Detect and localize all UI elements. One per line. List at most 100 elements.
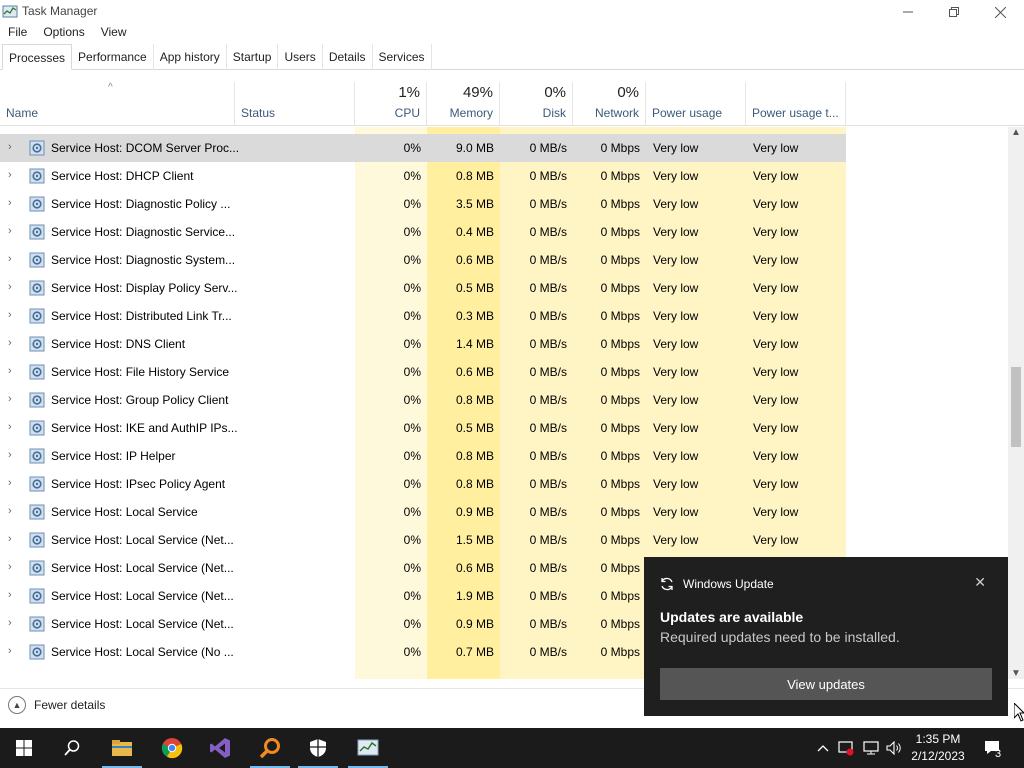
table-row[interactable]: › Service Host: DHCP Client 0% 0.8 MB 0 MB/s… (0, 162, 846, 190)
taskbar-chrome[interactable] (148, 728, 196, 768)
column-header-disk[interactable]: 0% Disk (500, 82, 573, 126)
expand-chevron-icon[interactable]: › (8, 421, 18, 435)
taskbar-task-manager[interactable] (344, 728, 392, 768)
table-row[interactable]: › Service Host: File History Service 0% 0.6… (0, 358, 846, 386)
power-cell: Very low (653, 337, 699, 351)
title-bar: Task Manager (0, 0, 1024, 24)
menu-file[interactable]: File (0, 24, 35, 44)
action-center-button[interactable]: 3 (978, 728, 1008, 768)
scroll-up-icon[interactable]: ▲ (1011, 127, 1021, 138)
column-header-cpu[interactable]: 1% CPU (355, 82, 427, 126)
expand-chevron-icon[interactable]: › (8, 617, 18, 631)
table-row[interactable]: › Service Host: Local Service (Net... 0% 1.… (0, 526, 846, 554)
tab-processes[interactable]: Processes (2, 44, 73, 70)
menu-view[interactable]: View (93, 24, 135, 44)
expand-chevron-icon[interactable]: › (8, 449, 18, 463)
table-row[interactable]: › Service Host: DCOM Server Proc... 0% 9.0 … (0, 134, 846, 162)
expand-chevron-icon[interactable]: › (8, 589, 18, 603)
column-header-power[interactable]: Power usage (646, 82, 746, 126)
minimize-button[interactable] (885, 0, 931, 24)
tab-performance[interactable]: Performance (72, 44, 154, 70)
tray-overflow-button[interactable] (814, 728, 832, 768)
taskbar-file-explorer[interactable] (98, 728, 146, 768)
disk-cell: 0 MB/s (529, 645, 567, 659)
table-row[interactable]: › Service Host: Display Policy Serv... 0% 0… (0, 274, 846, 302)
process-name: Service Host: Diagnostic Policy ... (51, 197, 231, 211)
tab-startup[interactable]: Startup (227, 44, 279, 70)
power-cell: Very low (653, 533, 699, 547)
network-cell: 0 Mbps (600, 141, 640, 155)
expand-chevron-icon[interactable]: › (8, 309, 18, 323)
fewer-details-label: Fewer details (34, 698, 106, 712)
tab-services[interactable]: Services (373, 44, 432, 70)
fewer-details-button[interactable]: ▲ Fewer details (8, 696, 105, 714)
chrome-icon (161, 738, 183, 759)
expand-chevron-icon[interactable]: › (8, 281, 18, 295)
tab-users[interactable]: Users (278, 44, 323, 70)
table-row[interactable]: › Service Host: DNS Client 0% 1.4 MB 0 MB/s 0… (0, 330, 846, 358)
expand-chevron-icon[interactable]: › (8, 197, 18, 211)
process-name: Service Host: Local Service (Net... (51, 533, 234, 547)
taskbar-search-app[interactable] (246, 728, 294, 768)
scroll-thumb[interactable] (1011, 367, 1021, 447)
tab-details[interactable]: Details (323, 44, 373, 70)
table-row[interactable]: › Service Host: Diagnostic Policy ... 0% 3.… (0, 190, 846, 218)
taskbar-clock[interactable]: 1:35 PM 2/12/2023 (906, 731, 970, 765)
service-host-icon (29, 140, 45, 156)
menu-options[interactable]: Options (35, 24, 92, 44)
expand-chevron-icon[interactable]: › (8, 141, 18, 155)
cpu-cell: 0% (403, 617, 421, 631)
table-row[interactable]: › Service Host: Diagnostic System... 0% 0.6… (0, 246, 846, 274)
table-row[interactable]: › Service Host: Distributed Link Tr... 0% 0… (0, 302, 846, 330)
tray-network[interactable] (860, 728, 882, 768)
expand-chevron-icon[interactable]: › (8, 365, 18, 379)
expand-chevron-icon[interactable]: › (8, 477, 18, 491)
expand-chevron-icon[interactable]: › (8, 645, 18, 659)
table-row[interactable]: › Service Host: IKE and AuthIP IPs... 0% 0.… (0, 414, 846, 442)
expand-chevron-icon[interactable]: › (8, 253, 18, 267)
power-trend-cell: Very low (753, 393, 799, 407)
process-name: Service Host: DCOM Server Proc... (51, 141, 240, 155)
search-button[interactable] (48, 728, 96, 768)
network-cell: 0 Mbps (600, 337, 640, 351)
tab-app-history[interactable]: App history (154, 44, 227, 70)
tray-security-status[interactable] (836, 728, 856, 768)
tray-volume[interactable] (884, 728, 904, 768)
column-header-network[interactable]: 0% Network (573, 82, 646, 126)
service-host-icon (29, 280, 45, 296)
column-cpu-label: CPU (394, 106, 420, 120)
column-header-name[interactable]: ^ Name (0, 82, 235, 126)
memory-cell: 0.9 MB (455, 617, 494, 631)
taskbar: 1:35 PM 2/12/2023 3 (0, 728, 1024, 768)
scroll-down-icon[interactable]: ▼ (1011, 668, 1021, 679)
table-row[interactable]: › Service Host: IPsec Policy Agent 0% 0.8 M… (0, 470, 846, 498)
expand-chevron-icon[interactable]: › (8, 533, 18, 547)
memory-cell: 9.0 MB (455, 141, 494, 155)
sync-icon (661, 577, 673, 591)
view-updates-button[interactable]: View updates (660, 668, 992, 700)
windows-update-toast[interactable]: Windows Update ✕ Updates are available R… (644, 557, 1008, 716)
expand-chevron-icon[interactable]: › (8, 505, 18, 519)
column-header-memory[interactable]: 49% Memory (427, 82, 500, 126)
expand-chevron-icon[interactable]: › (8, 337, 18, 351)
expand-chevron-icon[interactable]: › (8, 393, 18, 407)
expand-chevron-icon[interactable]: › (8, 169, 18, 183)
column-header-status[interactable]: Status (235, 82, 355, 126)
toast-close-icon[interactable]: ✕ (974, 574, 986, 591)
maximize-button[interactable] (931, 0, 977, 24)
taskbar-visual-studio[interactable] (196, 728, 244, 768)
expand-chevron-icon[interactable]: › (8, 561, 18, 575)
vertical-scrollbar[interactable]: ▲ ▼ (1008, 127, 1024, 679)
power-cell: Very low (653, 393, 699, 407)
service-host-icon (29, 504, 45, 520)
table-row[interactable]: › Service Host: Diagnostic Service... 0% 0.… (0, 218, 846, 246)
power-trend-cell: Very low (753, 337, 799, 351)
start-button[interactable] (0, 728, 48, 768)
expand-chevron-icon[interactable]: › (8, 225, 18, 239)
table-row[interactable]: › Service Host: Local Service 0% 0.9 MB 0 MB… (0, 498, 846, 526)
column-header-power-trend[interactable]: Power usage t... (746, 82, 846, 126)
taskbar-security[interactable] (294, 728, 342, 768)
close-button[interactable] (977, 0, 1023, 24)
table-row[interactable]: › Service Host: Group Policy Client 0% 0.8 … (0, 386, 846, 414)
table-row[interactable]: › Service Host: IP Helper 0% 0.8 MB 0 MB/s 0 … (0, 442, 846, 470)
